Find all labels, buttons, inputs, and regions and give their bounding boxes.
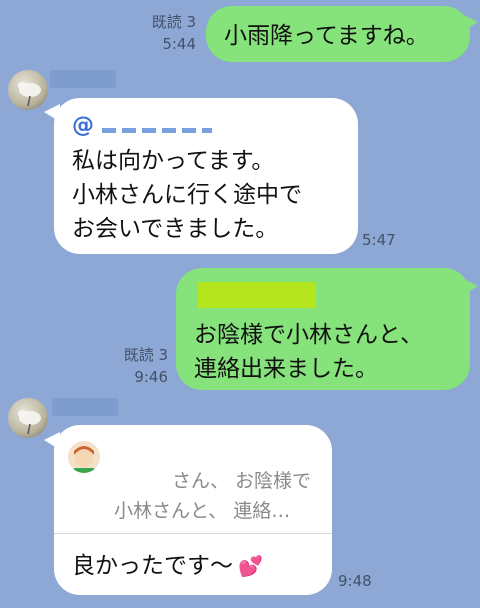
message-text: 私は向かってます。 小林さんに行く途中で お会いできました。 [72,148,302,242]
mention-name-redacted [102,127,212,133]
sender-name-redacted [52,398,118,416]
bird-avatar-icon [18,82,41,107]
bubble-tail [462,278,478,296]
incoming-message-bubble[interactable]: @ 私は向かってます。 小林さんに行く途中で お会いできました。 [54,98,358,254]
read-receipt: 既読 3 9:46 [100,346,168,387]
message-time: 5:44 [162,35,196,53]
sender-avatar[interactable] [8,70,48,110]
read-count: 既読 3 [123,346,168,364]
mention-at: @ [72,112,94,138]
message-time: 9:46 [134,368,168,386]
sender-name-redacted [50,70,116,88]
reply-quote-line: 小林さんと、 連絡… [114,500,291,522]
message-time: 9:48 [338,572,372,590]
bubble-tail [462,14,478,32]
read-count: 既読 3 [151,13,196,31]
reply-quote-line: さん、 お陰様で [172,470,312,492]
read-receipt: 既読 3 5:44 [130,13,196,54]
two-hearts-icon: 💕 [238,554,263,578]
outgoing-message-bubble[interactable]: お陰様で小林さんと、 連絡出来ました。 [176,268,470,390]
reply-quote[interactable]: さん、 お陰様で 小林さんと、 連絡… [54,425,332,534]
message-text: 良かったです〜 [72,553,233,579]
message-text: お陰様で小林さんと、 連絡出来ました。 [194,322,424,382]
incoming-reply-bubble[interactable]: さん、 お陰様で 小林さんと、 連絡… 良かったです〜 💕 [54,425,332,595]
person-avatar-icon [74,446,94,473]
reply-message: 良かったです〜 💕 [72,549,263,583]
mention-tag[interactable]: @ [72,112,340,138]
message-text: 小雨降ってますね。 [224,23,429,49]
reply-avatar [68,441,100,473]
outgoing-message-bubble[interactable]: 小雨降ってますね。 [206,6,470,62]
bird-avatar-icon [18,410,41,435]
message-time: 5:47 [362,231,396,249]
highlight-redaction [198,282,316,308]
sender-avatar[interactable] [8,398,48,438]
